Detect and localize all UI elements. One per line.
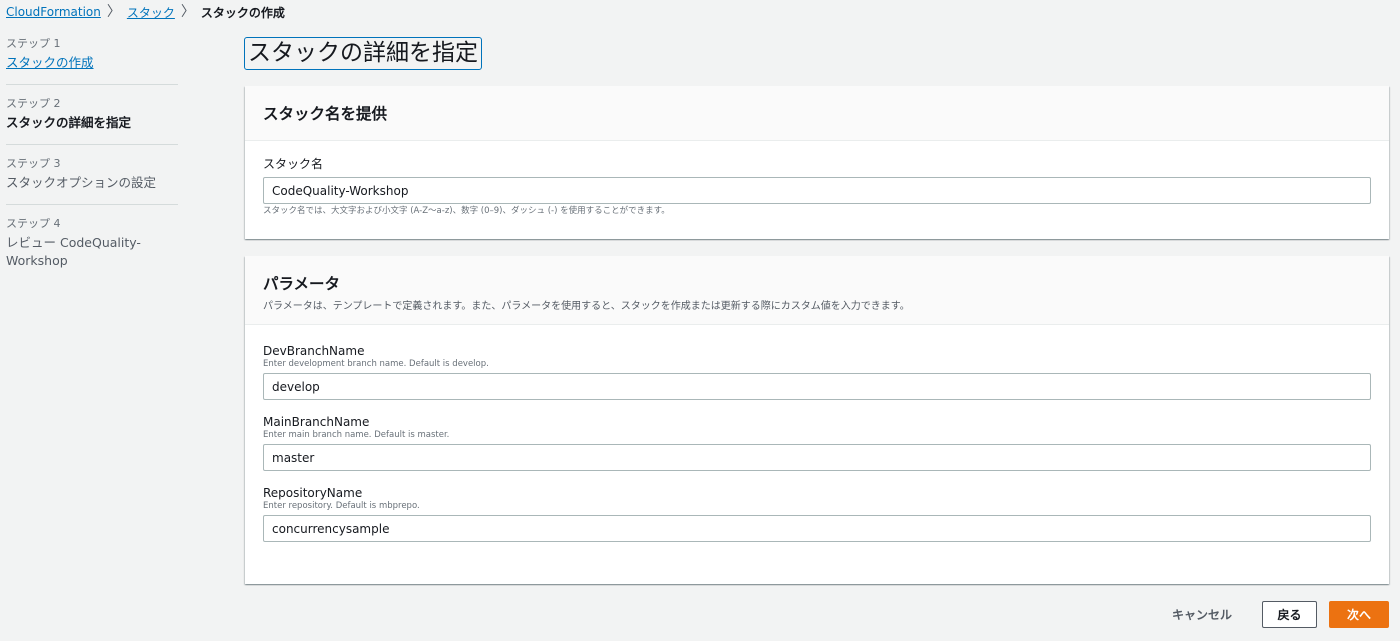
step-number: ステップ 4 (6, 217, 61, 230)
param-name: RepositoryName (263, 486, 363, 500)
step-3-label: スタックオプションの設定 (6, 175, 157, 190)
stack-name-input[interactable] (263, 177, 1371, 204)
param-name: MainBranchName (263, 415, 370, 429)
panel-body: DevBranchName Enter development branch n… (245, 325, 1389, 542)
main-branch-name-input[interactable] (263, 444, 1371, 471)
chevron-right-icon: 〉 (106, 4, 121, 20)
page-title: スタックの詳細を指定 (244, 37, 482, 70)
param-name: DevBranchName (263, 344, 365, 358)
dev-branch-name-input[interactable] (263, 373, 1371, 400)
parameters-panel: パラメータ パラメータは、テンプレートで定義されます。また、パラメータを使用する… (245, 256, 1389, 584)
panel-title: パラメータ (263, 275, 341, 293)
panel-title: スタック名を提供 (263, 105, 388, 123)
wizard-steps-nav: ステップ 1 スタックの作成 ステップ 2 スタックの詳細を指定 ステップ 3 … (6, 37, 178, 294)
step-number: ステップ 1 (6, 37, 61, 50)
back-button[interactable]: 戻る (1262, 601, 1317, 628)
wizard-step-1: ステップ 1 スタックの作成 (6, 37, 178, 85)
panel-body: スタック名 スタック名では、大文字および小文字 (A-Z〜a-z)、数字 (0–… (245, 141, 1389, 217)
param-hint: Enter development branch name. Default i… (263, 359, 489, 369)
step-number: ステップ 2 (6, 97, 61, 110)
wizard-footer: キャンセル 戻る 次へ (1166, 601, 1389, 628)
parameter-repository: RepositoryName Enter repository. Default… (263, 485, 1371, 542)
parameter-dev-branch: DevBranchName Enter development branch n… (263, 343, 1371, 400)
panel-header: パラメータ パラメータは、テンプレートで定義されます。また、パラメータを使用する… (245, 256, 1389, 325)
step-number: ステップ 3 (6, 157, 61, 170)
cancel-button[interactable]: キャンセル (1166, 605, 1238, 624)
step-1-link[interactable]: スタックの作成 (6, 54, 178, 72)
panel-header: スタック名を提供 (245, 86, 1389, 141)
step-4-label: レビュー CodeQuality-Workshop (6, 235, 141, 268)
breadcrumb-stacks-link[interactable]: スタック (127, 4, 175, 21)
step-2-current: スタックの詳細を指定 (6, 115, 132, 130)
wizard-step-2: ステップ 2 スタックの詳細を指定 (6, 97, 178, 145)
wizard-step-4: ステップ 4 レビュー CodeQuality-Workshop (6, 217, 178, 282)
parameter-main-branch: MainBranchName Enter main branch name. D… (263, 414, 1371, 471)
next-button[interactable]: 次へ (1329, 601, 1389, 628)
stack-name-constraint: スタック名では、大文字および小文字 (A-Z〜a-z)、数字 (0–9)、ダッシ… (263, 206, 670, 216)
stack-name-panel: スタック名を提供 スタック名 スタック名では、大文字および小文字 (A-Z〜a-… (245, 86, 1389, 239)
wizard-step-3: ステップ 3 スタックオプションの設定 (6, 157, 178, 205)
stack-name-label: スタック名 (263, 157, 324, 171)
param-hint: Enter main branch name. Default is maste… (263, 430, 450, 440)
breadcrumb-cloudformation-link[interactable]: CloudFormation (6, 5, 101, 19)
chevron-right-icon: 〉 (180, 4, 195, 20)
panel-description: パラメータは、テンプレートで定義されます。また、パラメータを使用すると、スタック… (263, 301, 910, 312)
param-hint: Enter repository. Default is mbprepo. (263, 501, 420, 511)
breadcrumb-current: スタックの作成 (200, 5, 285, 20)
repository-name-input[interactable] (263, 515, 1371, 542)
breadcrumb: CloudFormation 〉 スタック 〉 スタックの作成 (6, 3, 285, 21)
